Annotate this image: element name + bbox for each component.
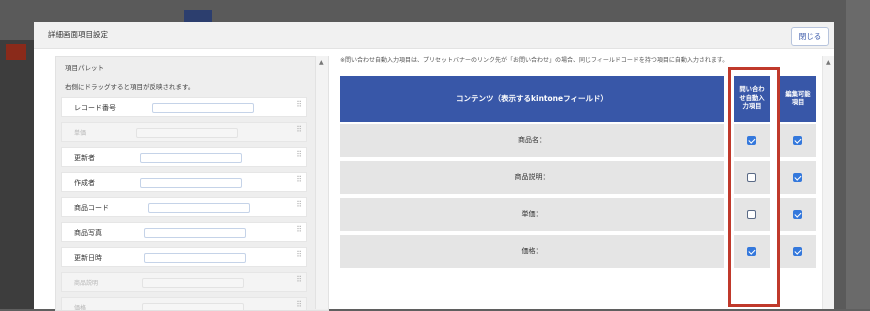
palette-field-label: 商品コード <box>74 204 109 212</box>
auto-input-note: ※問い合わせ自動入力項目は、プリセットバナーのリンク先が「お問い合わせ」の場合、… <box>340 57 729 64</box>
drag-handle-icon[interactable]: ⠿ <box>296 176 302 184</box>
editable-checkbox[interactable] <box>793 136 802 145</box>
editable-checkbox[interactable] <box>793 173 802 182</box>
drag-handle-icon[interactable]: ⠿ <box>296 251 302 259</box>
palette-field-input <box>148 203 250 213</box>
palette-field-label: 商品説明 <box>74 280 99 287</box>
row-label: 価格： <box>340 235 724 268</box>
palette-field[interactable]: 商品説明 ⠿ <box>61 272 307 292</box>
drag-handle-icon[interactable]: ⠿ <box>296 201 302 209</box>
scroll-up-icon[interactable]: ▲ <box>319 59 324 66</box>
header-line: 項目 <box>791 99 805 106</box>
drag-handle-icon[interactable]: ⠿ <box>296 226 302 234</box>
drag-handle-icon[interactable]: ⠿ <box>296 151 302 159</box>
palette-field-input <box>144 228 246 238</box>
palette-field[interactable]: 商品写真 ⠿ <box>61 222 307 242</box>
backdrop-toolbar-item <box>184 10 212 22</box>
palette-field-list: レコード番号 ⠿ 単価 ⠿ 更新者 ⠿ 作成者 ⠿ 商品コード ⠿ 商品写真 ⠿ 更新日時 ⠿ 商品説明 ⠿ 価… <box>61 97 307 311</box>
scroll-up-icon[interactable]: ▲ <box>826 59 831 66</box>
editable-checkbox[interactable] <box>793 210 802 219</box>
backdrop-right-edge <box>846 0 870 309</box>
editable-checkbox-cell <box>780 161 816 194</box>
editable-column-header: 編集可能 項目 <box>780 76 816 122</box>
palette-field-input <box>142 303 244 310</box>
palette-field[interactable]: レコード番号 ⠿ <box>61 97 307 117</box>
palette-hint: 右側にドラッグすると項目が反映されます。 <box>65 83 195 91</box>
row-label: 商品名： <box>340 124 724 157</box>
editable-checkbox[interactable] <box>793 247 802 256</box>
drag-handle-icon[interactable]: ⠿ <box>296 126 302 134</box>
content-column-header: コンテンツ（表示するkintoneフィールド） <box>340 76 724 122</box>
backdrop-sidebar <box>0 40 34 309</box>
editable-checkbox-cell <box>780 198 816 231</box>
palette-field[interactable]: 作成者 ⠿ <box>61 172 307 192</box>
editable-header-label: 編集可能 項目 <box>785 91 810 108</box>
palette-scrollbar[interactable]: ▲ <box>315 56 328 309</box>
palette-field-input <box>140 178 242 188</box>
palette-field-label: レコード番号 <box>74 104 116 112</box>
dialog-header: 詳細画面項目設定 閉じる <box>34 22 834 49</box>
palette-field[interactable]: 単価 ⠿ <box>61 122 307 142</box>
palette-field-input <box>140 153 242 163</box>
editable-checkbox-cell <box>780 235 816 268</box>
palette-title: 項目パレット <box>65 64 104 72</box>
palette-field-label: 作成者 <box>74 179 95 187</box>
palette-field-label: 価格 <box>74 305 87 311</box>
palette-field-label: 単価 <box>74 130 87 137</box>
palette-field[interactable]: 更新者 ⠿ <box>61 147 307 167</box>
editable-checkbox-cell <box>780 124 816 157</box>
drag-handle-icon[interactable]: ⠿ <box>296 276 302 284</box>
palette-field-input <box>144 253 246 263</box>
dialog-title: 詳細画面項目設定 <box>48 30 108 39</box>
drag-handle-icon[interactable]: ⠿ <box>296 301 302 309</box>
backdrop-app-logo <box>6 44 26 60</box>
main-scrollbar[interactable]: ▲ <box>822 56 834 309</box>
auto-input-highlight-box <box>728 67 780 307</box>
row-label: 商品説明： <box>340 161 724 194</box>
palette-field-label: 更新者 <box>74 154 95 162</box>
drag-handle-icon[interactable]: ⠿ <box>296 101 302 109</box>
palette-field-label: 商品写真 <box>74 229 102 237</box>
palette-field-input <box>136 128 238 138</box>
close-button[interactable]: 閉じる <box>791 27 829 46</box>
detail-settings-dialog: 詳細画面項目設定 閉じる 項目パレット 右側にドラッグすると項目が反映されます。… <box>34 22 834 311</box>
palette-field-input <box>152 103 254 113</box>
row-label: 単価： <box>340 198 724 231</box>
palette-field[interactable]: 更新日時 ⠿ <box>61 247 307 267</box>
palette-field-input <box>142 278 244 288</box>
palette-field[interactable]: 商品コード ⠿ <box>61 197 307 217</box>
field-palette: 項目パレット 右側にドラッグすると項目が反映されます。 レコード番号 ⠿ 単価 ⠿ 更新… <box>55 56 329 311</box>
header-line: 編集可能 <box>785 90 811 98</box>
palette-field-label: 更新日時 <box>74 254 102 262</box>
